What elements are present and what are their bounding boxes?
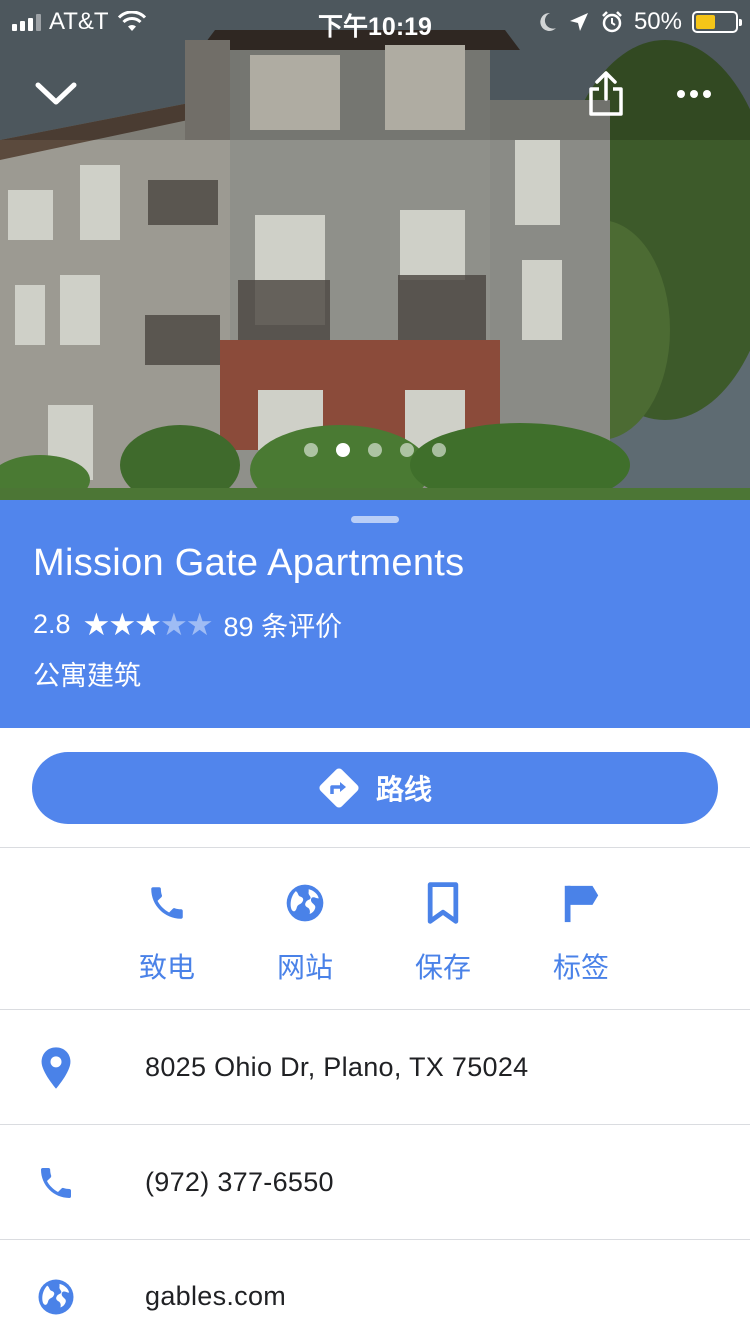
carousel-dot[interactable] [336,443,350,457]
place-photo-carousel[interactable]: AT&T 下午10:19 50% [0,0,750,500]
star-empty-icon: ★ [159,606,188,642]
rating-value: 2.8 [33,609,71,639]
phone-row[interactable]: (972) 377-6550 [0,1126,750,1240]
carousel-dot[interactable] [304,443,318,457]
star-filled-icon: ★ [82,606,111,642]
share-icon [589,71,623,116]
rating-row[interactable]: 2.8 ★★★★★ 89 条评价 [33,605,342,644]
phone-icon [41,1167,71,1198]
place-name: Mission Gate Apartments [33,542,465,584]
status-bar: AT&T 下午10:19 50% [0,0,750,41]
label-action-button[interactable]: 标签 [521,878,641,986]
star-filled-icon: ★ [134,606,162,642]
rating-stars: ★★★★★ [82,606,214,643]
address-row[interactable]: 8025 Ohio Dr, Plano, TX 75024 [0,1011,750,1125]
carousel-dot[interactable] [432,443,446,457]
battery-level-fill [696,15,715,29]
call-action-label: 致电 [138,952,195,983]
directions-icon [319,768,359,808]
website-action-button[interactable]: 网站 [245,878,365,986]
save-action-button[interactable]: 保存 [383,878,503,986]
location-arrow-icon [569,13,588,31]
place-info-card: Mission Gate Apartments 2.8 ★★★★★ 89 条评价… [0,500,750,728]
star-empty-icon: ★ [185,606,214,642]
globe-icon [286,884,324,922]
flag-icon [564,885,599,923]
call-action-button[interactable]: 致电 [107,878,227,986]
website-text: gables.com [145,1281,287,1311]
star-filled-icon: ★ [108,606,136,642]
photo-pagination-dots[interactable] [0,443,750,457]
review-count: 89 条评价 [223,612,343,642]
more-horizontal-icon [677,90,711,98]
label-action-label: 标签 [552,952,609,983]
battery-percent: 50% [633,8,682,35]
building-photo [0,0,750,500]
more-options-button[interactable] [664,64,724,124]
moon-icon [540,12,556,31]
phone-icon [151,887,183,919]
directions-section: 路线 [0,728,750,848]
globe-icon [38,1279,74,1314]
website-row[interactable]: gables.com [0,1240,750,1334]
chevron-down-icon [35,82,77,105]
bookmark-icon [427,882,459,924]
carousel-dot[interactable] [368,443,382,457]
carousel-dot[interactable] [400,443,414,457]
directions-button[interactable]: 路线 [32,752,718,824]
save-action-label: 保存 [414,952,471,983]
battery-icon [692,11,742,33]
address-text: 8025 Ohio Dr, Plano, TX 75024 [145,1052,529,1082]
place-category: 公寓建筑 [33,661,141,691]
location-pin-icon [41,1046,71,1089]
website-action-label: 网站 [276,952,333,983]
alarm-clock-icon [602,11,622,33]
drag-handle[interactable] [351,516,399,523]
quick-actions: 致电 网站 保存 标签 [0,848,750,1010]
phone-text: (972) 377-6550 [145,1167,334,1197]
collapse-button[interactable] [26,64,86,124]
directions-label: 路线 [375,774,432,805]
share-button[interactable] [576,64,636,124]
